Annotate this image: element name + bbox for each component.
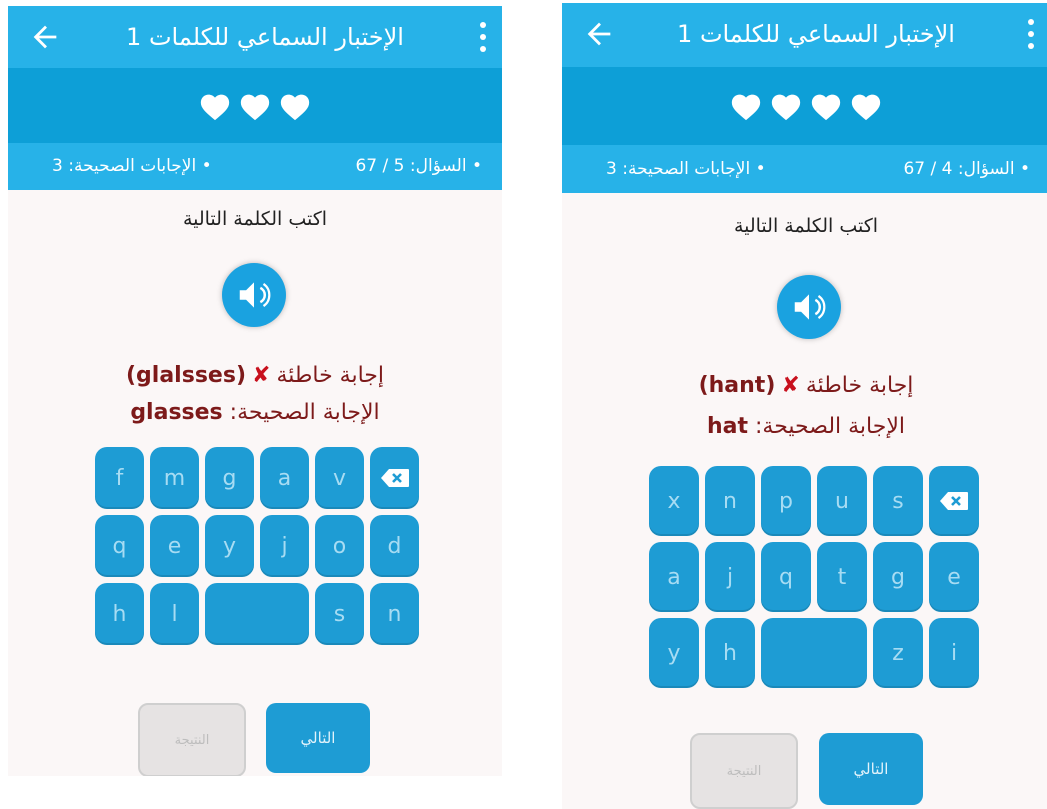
next-button[interactable]: التالي xyxy=(819,733,923,805)
letter-key[interactable]: n xyxy=(705,466,755,536)
heart-icon xyxy=(731,94,761,121)
space-key[interactable] xyxy=(205,583,309,645)
letter-key[interactable]: v xyxy=(315,447,364,509)
heart-icon xyxy=(200,94,230,120)
wrong-answer-line: إجابة خاطئة✘(glalsses) xyxy=(125,363,385,388)
correct-answers-counter: • الإجابات الصحيحة: 3 xyxy=(606,159,766,179)
heart-icon xyxy=(811,94,841,121)
letter-key[interactable]: p xyxy=(761,466,811,536)
letter-key[interactable]: q xyxy=(95,515,144,577)
letter-key[interactable]: j xyxy=(260,515,309,577)
speaker-icon xyxy=(239,282,271,308)
play-audio-button[interactable] xyxy=(222,263,286,327)
play-audio-button[interactable] xyxy=(777,275,841,339)
more-vert-icon[interactable] xyxy=(1026,19,1036,49)
letter-key[interactable]: e xyxy=(929,542,979,612)
correct-answers-counter: • الإجابات الصحيحة: 3 xyxy=(52,156,212,176)
correct-answer-line: الإجابة الصحيحة: glasses xyxy=(130,400,380,425)
letter-keyboard: xnpus ajqtge yh zi xyxy=(649,466,979,688)
letter-key[interactable]: s xyxy=(315,583,364,645)
more-vert-icon[interactable] xyxy=(478,22,488,52)
letter-key[interactable]: o xyxy=(315,515,364,577)
letter-key[interactable]: t xyxy=(817,542,867,612)
backspace-key[interactable] xyxy=(929,466,979,536)
lives-bar xyxy=(8,68,502,143)
quiz-screen-right: الإختبار السماعي للكلمات 1 • السؤال: 4 /… xyxy=(562,3,1047,809)
heart-icon xyxy=(280,94,310,120)
letter-key[interactable]: a xyxy=(649,542,699,612)
letter-key[interactable]: g xyxy=(205,447,254,509)
x-mark-icon: ✘ xyxy=(252,363,271,388)
letter-keyboard: fmgav qeyjod hl sn xyxy=(95,447,419,645)
lives-bar xyxy=(562,67,1047,145)
letter-key[interactable]: h xyxy=(705,618,755,688)
correct-answer-line: الإجابة الصحيحة: hat xyxy=(706,414,906,439)
app-toolbar: الإختبار السماعي للكلمات 1 xyxy=(8,6,502,68)
letter-key[interactable]: i xyxy=(929,618,979,688)
stats-bar: • السؤال: 4 / 67 • الإجابات الصحيحة: 3 xyxy=(562,145,1047,193)
letter-key[interactable]: a xyxy=(260,447,309,509)
wrong-answer-line: إجابة خاطئة✘(hant) xyxy=(698,373,914,398)
letter-key[interactable]: x xyxy=(649,466,699,536)
app-toolbar: الإختبار السماعي للكلمات 1 xyxy=(562,3,1047,67)
letter-key[interactable]: n xyxy=(370,583,419,645)
instruction-text: اكتب الكلمة التالية xyxy=(182,208,328,230)
letter-key[interactable]: s xyxy=(873,466,923,536)
letter-key[interactable]: g xyxy=(873,542,923,612)
result-button[interactable]: النتيجة xyxy=(138,703,246,776)
question-counter: • السؤال: 4 / 67 xyxy=(903,159,1030,179)
x-mark-icon: ✘ xyxy=(781,373,800,398)
letter-key[interactable]: f xyxy=(95,447,144,509)
letter-key[interactable]: e xyxy=(150,515,199,577)
arrow-left-icon[interactable] xyxy=(582,17,616,51)
next-button[interactable]: التالي xyxy=(266,703,370,773)
backspace-key[interactable] xyxy=(370,447,419,509)
letter-key[interactable]: l xyxy=(150,583,199,645)
question-counter: • السؤال: 5 / 67 xyxy=(355,156,482,176)
space-key[interactable] xyxy=(761,618,867,688)
page-title: الإختبار السماعي للكلمات 1 xyxy=(126,23,404,51)
backspace-icon xyxy=(380,469,409,487)
quiz-screen-left: الإختبار السماعي للكلمات 1 • السؤال: 5 /… xyxy=(8,6,502,776)
page-title: الإختبار السماعي للكلمات 1 xyxy=(677,20,955,48)
heart-icon xyxy=(771,94,801,121)
letter-key[interactable]: q xyxy=(761,542,811,612)
backspace-icon xyxy=(940,492,968,510)
letter-key[interactable]: u xyxy=(817,466,867,536)
letter-key[interactable]: h xyxy=(95,583,144,645)
letter-key[interactable]: j xyxy=(705,542,755,612)
letter-key[interactable]: y xyxy=(649,618,699,688)
heart-icon xyxy=(851,94,881,121)
letter-key[interactable]: y xyxy=(205,515,254,577)
instruction-text: اكتب الكلمة التالية xyxy=(733,215,879,237)
stats-bar: • السؤال: 5 / 67 • الإجابات الصحيحة: 3 xyxy=(8,143,502,190)
letter-key[interactable]: d xyxy=(370,515,419,577)
arrow-left-icon[interactable] xyxy=(28,20,62,54)
letter-key[interactable]: m xyxy=(150,447,199,509)
speaker-icon xyxy=(794,294,826,320)
result-button[interactable]: النتيجة xyxy=(690,733,798,809)
heart-icon xyxy=(240,94,270,120)
letter-key[interactable]: z xyxy=(873,618,923,688)
